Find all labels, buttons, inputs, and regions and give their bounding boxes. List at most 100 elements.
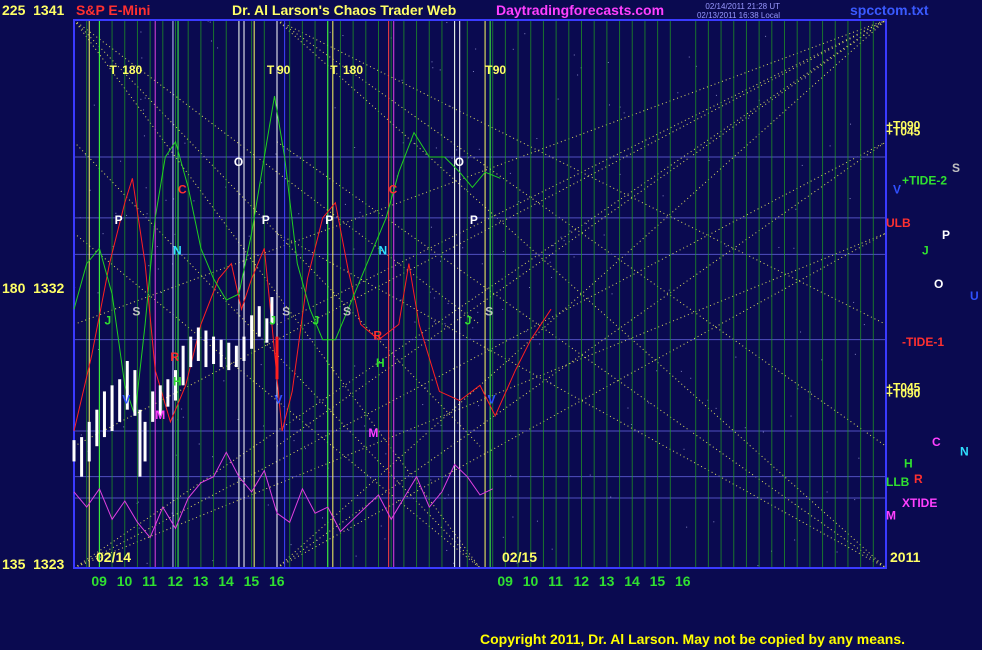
star-dot	[560, 236, 562, 238]
star-dot	[198, 443, 200, 445]
star-dot	[97, 349, 99, 351]
x-tick-label: 11	[548, 573, 563, 589]
star-dot	[182, 416, 184, 418]
star-dot	[502, 251, 504, 253]
star-dot	[512, 516, 514, 518]
star-dot	[858, 457, 860, 459]
x-tick-label: 13	[599, 573, 615, 589]
star-dot	[148, 265, 150, 267]
star-dot	[143, 109, 145, 111]
x-tick-label: 15	[650, 573, 666, 589]
star-dot	[432, 67, 434, 69]
star-dot	[414, 321, 416, 323]
star-dot	[790, 415, 792, 417]
star-dot	[725, 245, 727, 247]
star-dot	[126, 214, 128, 216]
star-dot	[223, 380, 225, 382]
star-dot	[475, 48, 477, 50]
star-dot	[447, 303, 449, 305]
x-tick-label: 09	[91, 573, 107, 589]
star-dot	[429, 291, 431, 293]
star-dot	[304, 448, 306, 450]
star-dot	[795, 208, 797, 210]
level-label: N	[960, 444, 969, 458]
site-link[interactable]: Daytradingforecasts.com	[496, 2, 664, 18]
timing-label: T	[267, 63, 275, 77]
level-label: +T090	[886, 387, 921, 401]
planet-annotation: P	[325, 213, 333, 227]
planet-annotation: V	[122, 393, 130, 407]
star-dot	[123, 426, 125, 428]
star-dot	[422, 404, 424, 406]
planet-annotation: O	[455, 155, 464, 169]
chart-symbol: S&P E-Mini	[76, 2, 151, 18]
star-dot	[510, 475, 512, 477]
star-dot	[778, 246, 780, 248]
star-dot	[715, 407, 717, 409]
star-dot	[524, 33, 526, 35]
star-dot	[451, 157, 453, 159]
star-dot	[156, 246, 158, 248]
level-label: XTIDE	[902, 496, 937, 510]
star-dot	[863, 324, 865, 326]
x-tick-label: 10	[523, 573, 539, 589]
star-dot	[248, 235, 250, 237]
star-dot	[793, 247, 795, 249]
level-label: S	[952, 161, 960, 175]
level-label: R	[914, 472, 923, 486]
planet-annotation: C	[389, 183, 398, 197]
timing-label: 90	[277, 63, 291, 77]
star-dot	[462, 247, 464, 249]
y-price-mid: 1332	[33, 280, 65, 296]
timing-label: T	[110, 63, 118, 77]
star-dot	[140, 98, 142, 100]
star-dot	[157, 268, 159, 270]
star-dot	[551, 548, 553, 550]
star-dot	[603, 234, 605, 236]
star-dot	[794, 539, 796, 541]
x-tick-label: 12	[574, 573, 590, 589]
star-dot	[550, 382, 552, 384]
planet-annotation: V	[274, 393, 282, 407]
x-tick-label: 12	[168, 573, 184, 589]
star-dot	[447, 494, 449, 496]
x-tick-label: 13	[193, 573, 209, 589]
planet-annotation: S	[485, 304, 493, 318]
star-dot	[435, 147, 437, 149]
star-dot	[854, 353, 856, 355]
star-dot	[686, 526, 688, 528]
star-dot	[549, 261, 551, 263]
level-label: +T045	[886, 125, 921, 139]
planet-annotation: J	[313, 313, 320, 327]
star-dot	[611, 293, 613, 295]
timestamp-ut: 02/14/2011 21:28 UT	[705, 2, 780, 11]
star-dot	[89, 189, 91, 191]
star-dot	[585, 223, 587, 225]
star-dot	[267, 504, 269, 506]
level-label: U	[970, 289, 979, 303]
star-dot	[165, 199, 167, 201]
star-dot	[290, 544, 292, 546]
star-dot	[744, 427, 746, 429]
star-dot	[680, 370, 682, 372]
star-dot	[298, 213, 300, 215]
star-dot	[627, 407, 629, 409]
star-dot	[293, 440, 295, 442]
star-dot	[334, 107, 336, 109]
planet-annotation: J	[104, 313, 111, 327]
planet-annotation: R	[170, 350, 179, 364]
star-dot	[836, 551, 838, 553]
date-label-day2: 02/15	[502, 549, 538, 565]
star-dot	[854, 499, 856, 501]
star-dot	[502, 308, 504, 310]
star-dot	[608, 104, 610, 106]
planet-annotation: J	[465, 313, 472, 327]
star-dot	[439, 260, 441, 262]
y-angle-top: 225	[2, 2, 26, 18]
date-label-day1: 02/14	[96, 549, 132, 565]
y-label-top: 225 1341	[2, 2, 64, 18]
star-dot	[757, 565, 759, 567]
star-dot	[261, 182, 263, 184]
x-tick-label: 11	[142, 573, 157, 589]
star-dot	[84, 154, 86, 156]
